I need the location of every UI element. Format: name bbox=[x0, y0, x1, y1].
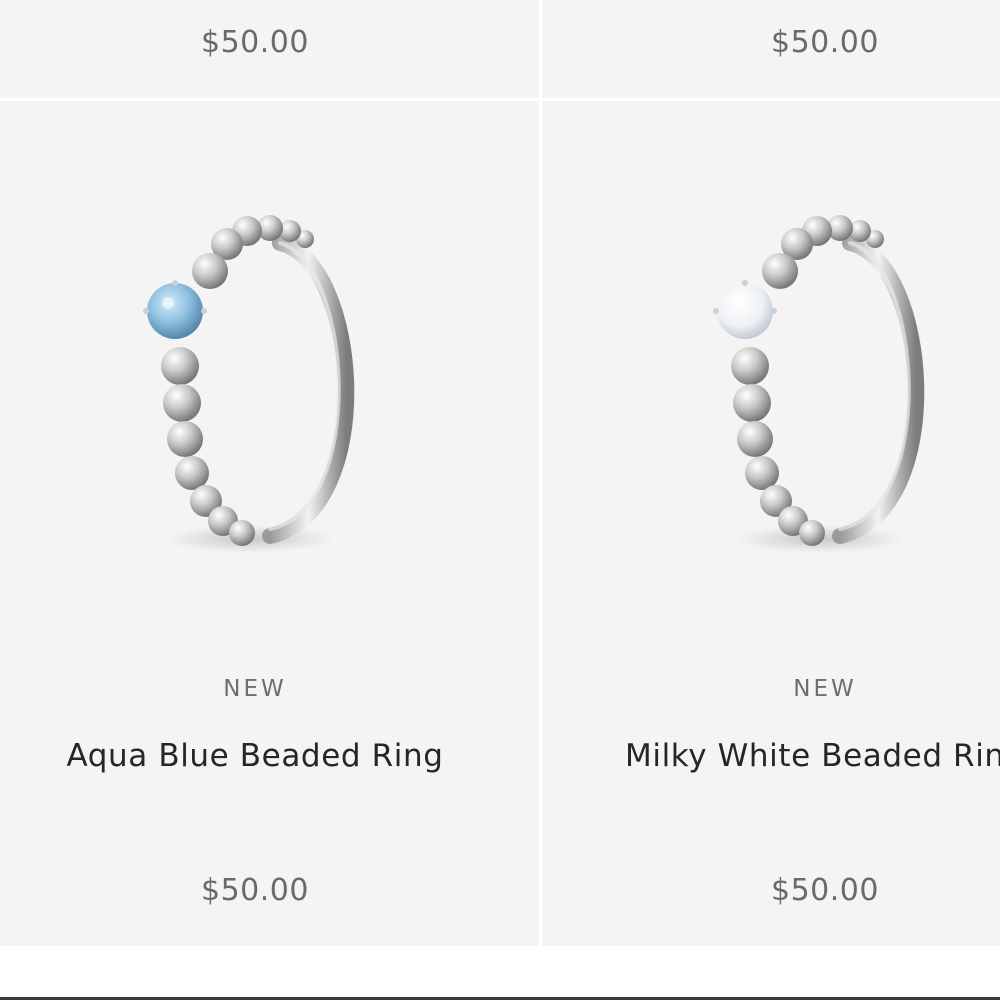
product-image-aqua-blue-ring[interactable] bbox=[130, 211, 390, 571]
product-grid: $50.00 $50.00 NEW Aqua Blue Beaded Ring … bbox=[0, 0, 1000, 946]
product-name[interactable]: Aqua Blue Beaded Ring bbox=[0, 738, 510, 774]
product-card-aqua-blue-ring[interactable]: NEW Aqua Blue Beaded Ring $50.00 bbox=[0, 101, 539, 946]
new-badge: NEW bbox=[223, 676, 287, 702]
product-card-top-left[interactable]: $50.00 bbox=[0, 0, 539, 98]
product-name[interactable]: Milky White Beaded Ring bbox=[542, 738, 1000, 774]
product-price: $50.00 bbox=[771, 873, 879, 908]
product-price: $50.00 bbox=[201, 25, 309, 60]
product-price: $50.00 bbox=[771, 25, 879, 60]
product-card-top-right[interactable]: $50.00 bbox=[542, 0, 1000, 98]
new-badge: NEW bbox=[793, 676, 857, 702]
product-price: $50.00 bbox=[201, 873, 309, 908]
product-image-milky-white-ring[interactable] bbox=[700, 211, 960, 571]
product-card-milky-white-ring[interactable]: NEW Milky White Beaded Ring $50.00 bbox=[542, 101, 1000, 946]
